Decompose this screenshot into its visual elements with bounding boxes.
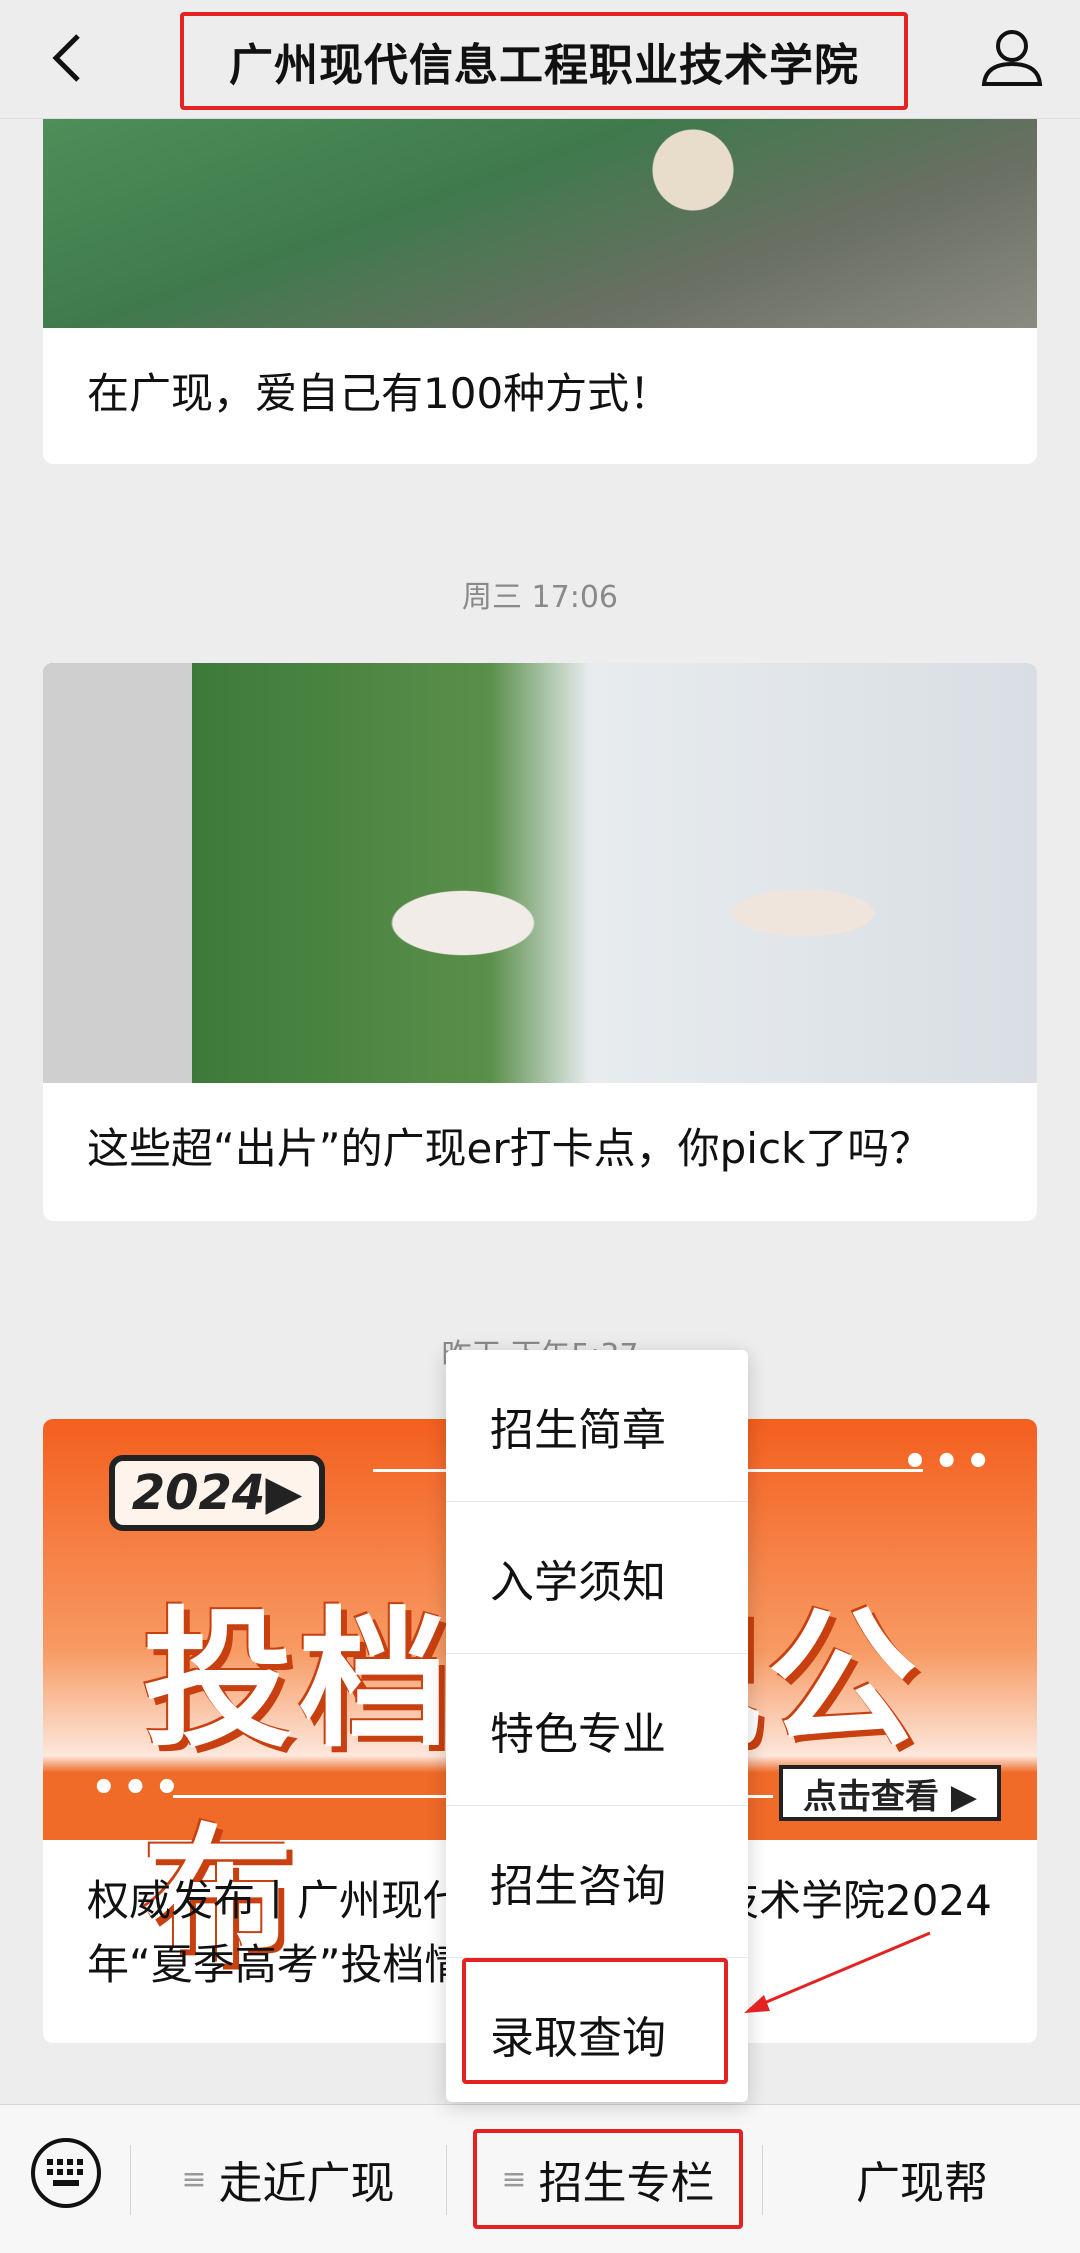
tab-label: 广现帮: [856, 2158, 988, 2209]
bar-divider: [130, 2145, 131, 2215]
tab-admissions[interactable]: ≡ 招生专栏: [473, 2129, 743, 2229]
banner-year-badge: 2024▶: [109, 1455, 325, 1531]
back-button[interactable]: [30, 18, 110, 98]
chevron-left-icon: [52, 34, 80, 82]
menu-lines-icon: ≡: [181, 2161, 207, 2197]
bar-divider: [762, 2145, 763, 2215]
keyboard-icon: [31, 2138, 101, 2208]
menu-item-admissions-consult[interactable]: 招生咨询: [446, 1806, 748, 1958]
profile-button[interactable]: [972, 18, 1052, 98]
bottom-menu-bar: ≡ 走近广现 ≡ 招生专栏 广现帮: [0, 2104, 1080, 2253]
banner-dots: •••: [91, 1765, 186, 1811]
article-title: 在广现，爱自己有100种方式！: [87, 369, 672, 418]
menu-item-enrollment-notice[interactable]: 入学须知: [446, 1502, 748, 1654]
menu-item-highlight-box: [462, 1958, 728, 2084]
article-cover-image: [43, 110, 1037, 328]
user-icon: [981, 30, 1043, 86]
banner-view-button: 点击查看 ▶: [779, 1765, 1001, 1821]
tab-help[interactable]: 广现帮: [764, 2129, 1080, 2229]
title-highlight-box: 广州现代信息工程职业技术学院: [180, 12, 908, 110]
tab-label: 走近广现: [218, 2158, 395, 2209]
menu-item-featured-majors[interactable]: 特色专业: [446, 1654, 748, 1806]
article-title: 这些超“出片”的广现er打卡点，你pick了吗？: [87, 1124, 932, 1173]
article-cover-image: [43, 663, 1037, 1083]
article-card-2[interactable]: 这些超“出片”的广现er打卡点，你pick了吗？: [43, 663, 1037, 1221]
page-title: 广州现代信息工程职业技术学院: [229, 40, 859, 91]
timestamp: 周三 17:06: [462, 580, 618, 615]
menu-lines-icon: ≡: [501, 2161, 527, 2197]
arrow-icon: [744, 1931, 931, 2013]
top-header: 广州现代信息工程职业技术学院: [0, 0, 1080, 119]
menu-item-brochure[interactable]: 招生简章: [446, 1350, 748, 1502]
bar-divider: [446, 2145, 447, 2215]
tab-label: 招生专栏: [538, 2158, 715, 2209]
tab-about-school[interactable]: ≡ 走近广现: [132, 2129, 444, 2229]
keyboard-toggle-button[interactable]: [28, 2135, 104, 2211]
banner-dots: •••: [902, 1439, 997, 1485]
article-card-1[interactable]: 在广现，爱自己有100种方式！: [43, 110, 1037, 464]
